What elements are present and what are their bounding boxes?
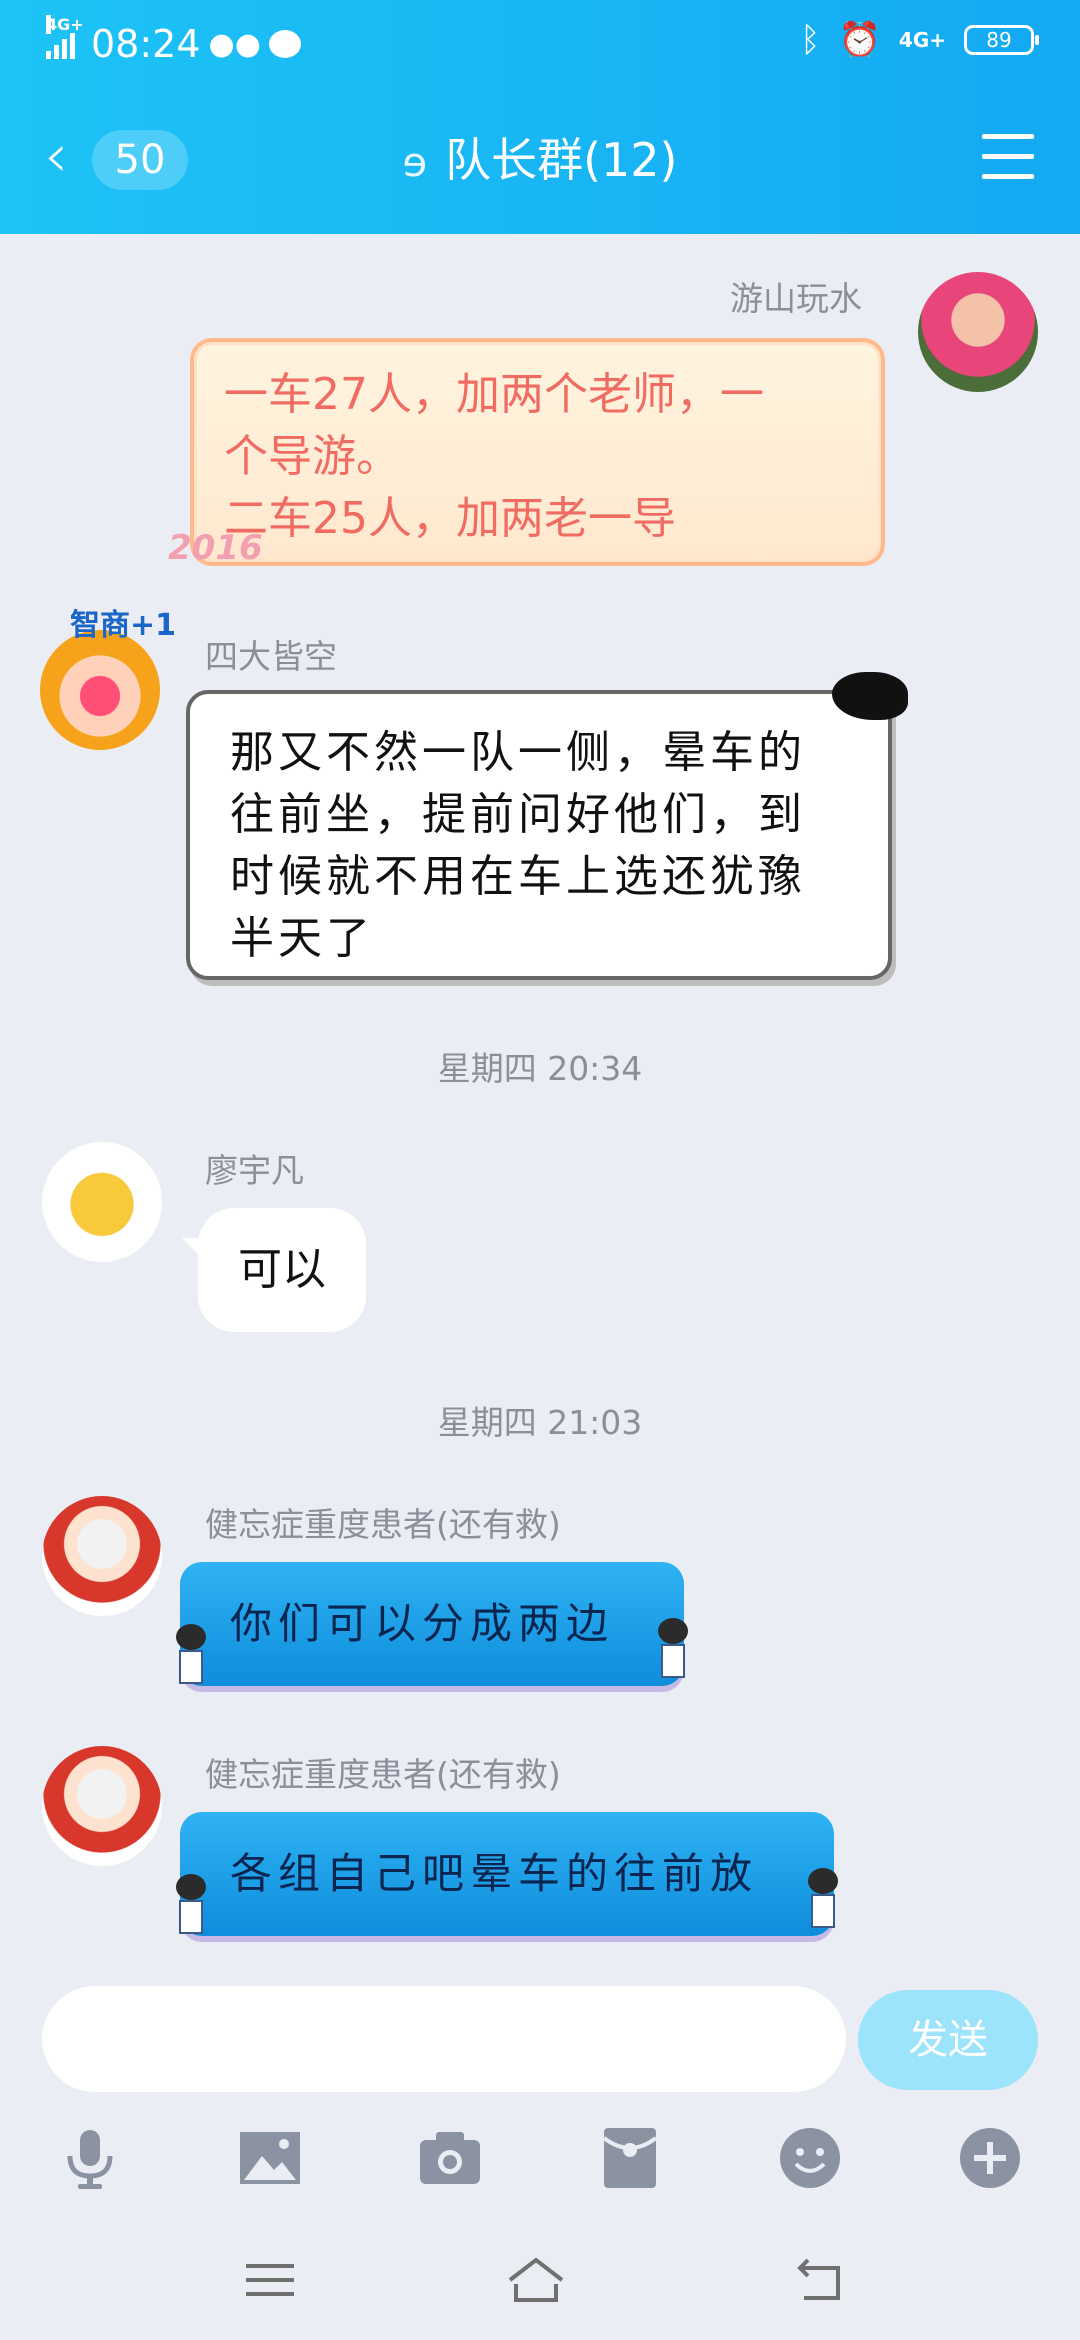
message-bubble[interactable]: 各组自己吧晕车的往前放 <box>180 1812 834 1936</box>
message-bubble[interactable]: 你们可以分成两边 <box>180 1562 684 1686</box>
sender-name: 健忘症重度患者(还有救) <box>205 1755 561 1794</box>
avatar-badge: 智商+1 <box>70 608 177 643</box>
plus-icon[interactable] <box>956 2124 1024 2192</box>
microphone-icon[interactable] <box>56 2124 124 2192</box>
sender-name: 廖宇凡 <box>205 1151 304 1190</box>
camera-icon[interactable] <box>416 2124 484 2192</box>
message-line: 往前坐，提前问好他们，到 <box>230 789 806 840</box>
message-line: 二车25人，加两老一导 <box>224 493 676 544</box>
battery-icon: 89 <box>964 25 1039 55</box>
network-type: 4G+ <box>46 15 84 34</box>
avatar[interactable] <box>42 1142 162 1262</box>
bluetooth-icon: ᛒ <box>800 20 821 60</box>
message-line: 个导游。 <box>224 431 400 482</box>
top-bar: 4G+ 08:24 ●● ᛒ ⏰ 4G+ 89 ‹ 50 ɘ 队长群(12) <box>0 0 1080 234</box>
figure-decoration-icon <box>176 1874 206 1934</box>
recent-apps-icon[interactable] <box>240 2250 300 2310</box>
send-button[interactable]: 发送 <box>858 1990 1038 2090</box>
message-icon <box>268 30 301 58</box>
figure-decoration-icon <box>808 1868 838 1928</box>
earpiece-icon[interactable]: ɘ <box>402 133 427 193</box>
back-icon[interactable] <box>790 2250 850 2310</box>
emoji-icon[interactable] <box>776 2124 844 2192</box>
timestamp: 星期四 21:03 <box>437 1403 643 1442</box>
signal-icon: 4G+ <box>46 15 84 59</box>
menu-icon[interactable] <box>982 134 1034 180</box>
message-line: 时候就不用在车上选还犹豫 <box>230 851 806 902</box>
chat-title: ɘ 队长群(12) <box>0 130 1080 193</box>
red-packet-icon[interactable] <box>596 2124 664 2192</box>
message-line: 一车27人，加两个老师，一 <box>224 369 764 420</box>
avatar[interactable] <box>42 1496 162 1616</box>
message-bubble[interactable]: 可以 <box>182 1208 366 1332</box>
message-line: 那又不然一队一侧，晕车的 <box>230 727 806 778</box>
avatar[interactable] <box>42 1746 162 1866</box>
message-bubble[interactable]: 那又不然一队一侧，晕车的 往前坐，提前问好他们，到 时候就不用在车上选还犹豫 半… <box>186 690 892 980</box>
title-bar: ‹ 50 ɘ 队长群(12) <box>0 120 1080 200</box>
sender-name: 健忘症重度患者(还有救) <box>205 1505 561 1544</box>
group-name: 队长群(12) <box>445 133 678 187</box>
figure-decoration-icon <box>176 1624 206 1684</box>
message-input[interactable] <box>42 1986 846 2092</box>
input-toolbar <box>0 2112 1080 2202</box>
status-bar: 4G+ 08:24 ●● ᛒ ⏰ 4G+ 89 <box>0 14 1080 74</box>
system-nav-bar <box>0 2230 1080 2340</box>
home-icon[interactable] <box>506 2250 566 2310</box>
timestamp: 星期四 20:34 <box>437 1049 643 1088</box>
image-icon[interactable] <box>236 2124 304 2192</box>
network-type-right: 4G+ <box>898 28 946 52</box>
sender-name: 游山玩水 <box>730 279 862 318</box>
bubble-decoration: 2016 <box>168 528 263 568</box>
wechat-icon: ●● <box>208 26 261 62</box>
avatar[interactable] <box>918 272 1038 392</box>
sender-name: 四大皆空 <box>205 637 337 676</box>
figure-decoration-icon <box>658 1618 688 1678</box>
clock: 08:24 <box>91 22 201 66</box>
message-line: 半天了 <box>230 913 374 964</box>
avatar[interactable] <box>40 630 160 750</box>
message-bubble[interactable]: 一车27人，加两个老师，一 个导游。 二车25人，加两老一导 <box>190 338 885 566</box>
alarm-icon: ⏰ <box>838 20 881 60</box>
